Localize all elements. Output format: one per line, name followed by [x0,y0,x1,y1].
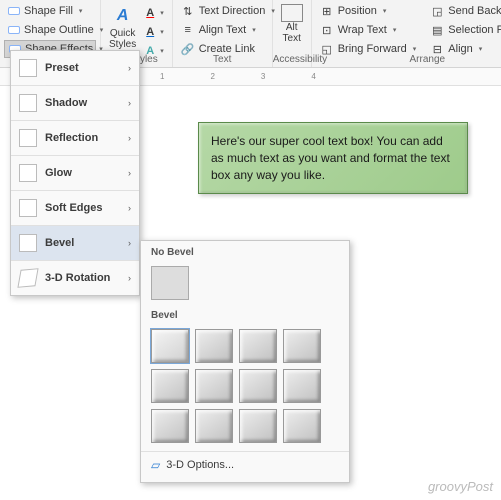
arrange-group: ⊞Position ⊡Wrap Text ◱Bring Forward ◲Sen… [312,0,501,67]
glow-icon [19,164,37,182]
reflection-menu-item[interactable]: Reflection › [11,121,139,155]
text-direction-label: Text Direction [199,5,266,17]
shadow-label: Shadow [45,97,87,109]
bevel-swatch[interactable] [195,369,233,403]
send-backward-icon: ◲ [430,4,444,18]
text-fill-button[interactable]: A [142,4,167,22]
shadow-menu-item[interactable]: Shadow › [11,86,139,120]
3d-options-menu-item[interactable]: 3-D Options... [141,451,349,478]
text-outline-icon: A [146,26,154,38]
text-outline-button[interactable]: A [142,23,167,41]
arrange-group-label: Arrange [312,54,501,65]
bevel-swatch[interactable] [283,409,321,443]
text-direction-button[interactable]: ⇅ Text Direction [177,2,268,20]
shape-outline-icon [8,26,20,34]
3d-rotation-label: 3-D Rotation [45,272,110,284]
chevron-right-icon: › [128,273,131,283]
bevel-swatch[interactable] [151,329,189,363]
bevel-swatch[interactable] [239,369,277,403]
chevron-right-icon: › [128,238,131,248]
bevel-header: Bevel [141,304,349,325]
text-fill-icon: A [146,7,154,19]
preset-label: Preset [45,62,79,74]
preset-menu-item[interactable]: Preset › [11,51,139,85]
ruler-mark: 2 [210,72,214,81]
3d-options-label: 3-D Options... [166,459,234,471]
bevel-swatch[interactable] [239,409,277,443]
send-backward-button[interactable]: ◲ Send Backward [426,2,501,20]
wrap-text-label: Wrap Text [338,24,387,36]
align-text-icon: ≡ [181,23,195,37]
soft-edges-icon [19,199,37,217]
text-group-label: Text [173,54,272,65]
soft-edges-label: Soft Edges [45,202,102,214]
shape-fill-button[interactable]: Shape Fill [4,2,96,20]
chevron-right-icon: › [128,133,131,143]
bevel-swatch-grid [141,325,349,451]
chevron-right-icon: › [128,168,131,178]
bevel-swatch[interactable] [283,329,321,363]
bevel-swatch[interactable] [195,329,233,363]
rotation-icon [17,268,38,288]
bevel-swatch[interactable] [239,329,277,363]
no-bevel-header: No Bevel [141,241,349,262]
alt-text-icon [281,4,303,22]
soft-edges-menu-item[interactable]: Soft Edges › [11,191,139,225]
position-button[interactable]: ⊞ Position [316,2,421,20]
3d-rotation-menu-item[interactable]: 3-D Rotation › [11,261,139,295]
ruler-mark: 3 [261,72,265,81]
position-icon: ⊞ [320,4,334,18]
position-label: Position [338,5,377,17]
reflection-icon [19,129,37,147]
alt-text-label: Alt Text [283,22,301,44]
shape-fill-icon [8,7,20,15]
bevel-menu-item[interactable]: Bevel › [11,226,139,260]
wrap-text-icon: ⊡ [320,23,334,37]
text-box-shape[interactable]: Here's our super cool text box! You can … [198,122,468,194]
watermark: groovyPost [428,479,493,494]
ruler-mark: 1 [160,72,164,81]
accessibility-group: Alt Text Accessibility [273,0,312,67]
selection-pane-icon: ▤ [430,23,444,37]
shape-effects-menu: Preset › Shadow › Reflection › Glow › Soft E… [10,50,140,296]
bevel-submenu: No Bevel Bevel 3-D Options... [140,240,350,483]
no-bevel-swatch[interactable] [151,266,189,300]
accessibility-group-label: Accessibility [273,54,311,65]
shape-outline-label: Shape Outline [24,24,94,36]
selection-pane-label: Selection Pane [448,24,501,36]
reflection-label: Reflection [45,132,98,144]
preset-icon [19,59,37,77]
chevron-right-icon: › [128,203,131,213]
text-group: ⇅Text Direction ≡Align Text 🔗Create Link… [173,0,273,67]
quick-styles-label: Quick Styles [109,28,136,50]
selection-pane-button[interactable]: ▤ Selection Pane [426,21,501,39]
ruler-mark: 4 [311,72,315,81]
send-backward-label: Send Backward [448,5,501,17]
alt-text-button[interactable]: Alt Text [277,2,307,46]
bevel-label: Bevel [45,237,74,249]
shape-fill-label: Shape Fill [24,5,73,17]
shape-outline-button[interactable]: Shape Outline [4,21,96,39]
glow-menu-item[interactable]: Glow › [11,156,139,190]
chevron-right-icon: › [128,63,131,73]
bevel-swatch[interactable] [151,369,189,403]
bevel-swatch[interactable] [283,369,321,403]
align-text-label: Align Text [199,24,247,36]
bevel-icon [19,234,37,252]
text-direction-icon: ⇅ [181,4,195,18]
bevel-swatch[interactable] [195,409,233,443]
chevron-right-icon: › [128,98,131,108]
align-text-button[interactable]: ≡ Align Text [177,21,268,39]
wrap-text-button[interactable]: ⊡ Wrap Text [316,21,421,39]
bevel-swatch[interactable] [151,409,189,443]
glow-label: Glow [45,167,72,179]
quick-styles-icon: A [111,4,135,28]
shadow-icon [19,94,37,112]
text-box-content: Here's our super cool text box! You can … [211,134,450,182]
